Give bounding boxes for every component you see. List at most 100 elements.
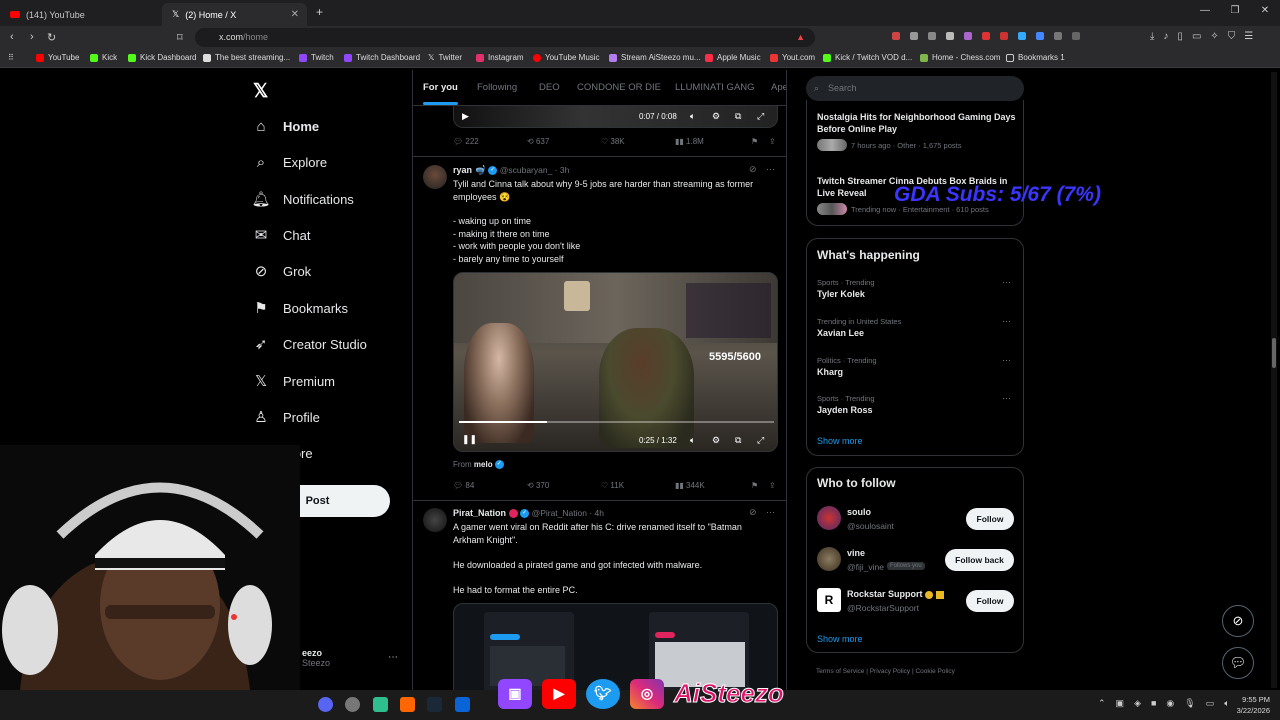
post-image[interactable] (453, 603, 778, 690)
bookmark-kick[interactable]: Kick (90, 53, 117, 62)
app-icon[interactable] (373, 697, 388, 712)
maximize-icon[interactable]: ❐ (1220, 0, 1250, 26)
address-bar[interactable]: x.com/home ▲ (195, 28, 815, 47)
more-options-icon[interactable]: ⋯ (1002, 393, 1011, 404)
grok-icon[interactable]: ⊘ (749, 507, 757, 518)
reply-button[interactable]: 💬︎ 222 (453, 137, 479, 146)
nav-profile[interactable]: ♙ Profile (253, 409, 320, 426)
post-time[interactable]: 3h (560, 165, 569, 175)
music-icon[interactable]: ♪ (1163, 31, 1168, 42)
more-options-icon[interactable]: ⋯ (766, 507, 775, 518)
source-name[interactable]: melo (474, 460, 493, 469)
pip-icon[interactable]: ⧉ (735, 111, 741, 122)
nav-bookmarks[interactable]: ⚑ Bookmarks (253, 300, 348, 317)
like-button[interactable]: ♡ 11K (601, 481, 624, 490)
bookmark-vod[interactable]: Kick / Twitch VOD d... (823, 53, 912, 62)
bookmark-button[interactable]: ⚑ (751, 481, 758, 490)
nav-creator-studio[interactable]: ➶ Creator Studio (253, 336, 367, 353)
tab-youtube[interactable]: (141) YouTube (0, 3, 160, 26)
views-button[interactable]: ▮▮ 344K (675, 481, 705, 490)
x-logo-icon[interactable]: 𝕏 (253, 80, 268, 103)
follow-back-button[interactable]: Follow back (945, 549, 1014, 571)
bookmark-twitter[interactable]: 𝕏 Twitter (428, 53, 462, 62)
reload-icon[interactable]: ↻ (47, 31, 56, 44)
brave-icon[interactable] (400, 697, 415, 712)
sidebar-icon[interactable]: ▯ (1177, 31, 1183, 42)
more-options-icon[interactable]: ⋯ (766, 164, 775, 175)
wallet-icon[interactable]: ▭ (1192, 31, 1201, 42)
extension-icon[interactable] (1072, 32, 1080, 40)
footer-links[interactable]: Terms of Service | Privacy Policy | Cook… (816, 668, 955, 675)
more-options-icon[interactable]: ⋯ (1002, 316, 1011, 327)
user-name[interactable]: soulo (847, 507, 871, 517)
author-name[interactable]: Pirat_Nation (453, 508, 506, 518)
trend-name[interactable]: Tyler Kolek (817, 289, 865, 299)
discord-icon[interactable] (318, 697, 333, 712)
reply-button[interactable]: 💬︎ 84 (453, 481, 474, 490)
user-name[interactable]: vine (847, 548, 865, 558)
settings-icon[interactable]: ⚙ (712, 435, 720, 446)
show-more-link[interactable]: Show more (817, 436, 863, 446)
trend-name[interactable]: Jayden Ross (817, 405, 873, 415)
trend-name[interactable]: Kharg (817, 367, 843, 377)
nav-notifications[interactable]: 🔔︎ Notifications (251, 191, 353, 208)
account-switcher[interactable]: eezo Steezo (302, 648, 330, 668)
repost-button[interactable]: ⟲ 370 (527, 481, 549, 490)
extension-icon[interactable] (892, 32, 900, 40)
bookmark-instagram[interactable]: Instagram (476, 53, 524, 62)
bookmark-kick-dashboard[interactable]: Kick Dashboard (128, 53, 196, 62)
tab-x-home[interactable]: 𝕏 (2) Home / X ✕ (162, 3, 307, 26)
repost-button[interactable]: ⟲ 637 (527, 137, 549, 146)
avatar[interactable] (423, 165, 447, 189)
bookmark-apple-music[interactable]: Apple Music (705, 53, 761, 62)
tray-icon[interactable]: ◉ (1166, 698, 1174, 709)
pip-icon[interactable]: ⧉ (735, 435, 741, 446)
bookmark-stream-aisteezo[interactable]: Stream AiSteezo mu... (609, 53, 701, 62)
minimize-icon[interactable]: — (1190, 0, 1220, 26)
volume-icon[interactable]: 🔈︎ (690, 111, 695, 122)
microphone-icon[interactable]: 🎙︎ (1184, 698, 1195, 709)
bookmark-page-icon[interactable]: ⌑ (177, 31, 183, 44)
avatar[interactable] (817, 506, 841, 530)
bookmark-chess[interactable]: Home - Chess.com (920, 53, 1000, 62)
brave-shield-icon[interactable]: ▲ (796, 28, 805, 47)
steam-icon[interactable] (427, 697, 442, 712)
avatar[interactable] (423, 508, 447, 532)
pause-icon[interactable]: ❚❚ (462, 434, 477, 445)
like-button[interactable]: ♡ 38K (601, 137, 625, 146)
volume-icon[interactable]: 🔈︎ (1224, 698, 1229, 709)
tab-for-you[interactable]: For you (423, 82, 458, 105)
extension-icon[interactable] (982, 32, 990, 40)
scrollbar-thumb[interactable] (1272, 338, 1276, 368)
vpn-icon[interactable]: ⛉ (1228, 31, 1236, 42)
taskbar-clock[interactable]: 9:55 PM 3/22/2026 (1237, 694, 1270, 716)
bookmark-button[interactable]: ⚑ (751, 137, 758, 146)
post-time[interactable]: 4h (595, 508, 604, 518)
nav-grok[interactable]: ⊘ Grok (253, 263, 311, 280)
tray-icon[interactable]: ▣ (1116, 698, 1125, 709)
tab-lluminati-gang[interactable]: LLUMINATI GANG (675, 82, 755, 93)
more-options-icon[interactable]: ⋯ (1002, 355, 1011, 366)
grok-float-button[interactable]: ⊘ (1222, 605, 1254, 637)
close-tab-icon[interactable]: ✕ (291, 9, 299, 20)
author-handle[interactable]: @scubaryan_ (500, 165, 553, 175)
share-button[interactable]: ⇪ (769, 481, 776, 490)
follow-button[interactable]: Follow (966, 590, 1014, 612)
bookmark-twitch[interactable]: Twitch (299, 53, 334, 62)
fullscreen-icon[interactable]: ⤢ (757, 111, 764, 122)
follow-button[interactable]: Follow (966, 508, 1014, 530)
show-more-link[interactable]: Show more (817, 634, 863, 644)
close-window-icon[interactable]: ✕ (1250, 0, 1280, 26)
leo-icon[interactable]: ✧ (1210, 31, 1218, 42)
nav-chat[interactable]: ✉ Chat (253, 227, 311, 244)
apps-icon[interactable]: ⠿ (8, 53, 14, 62)
bookmark-yout[interactable]: Yout.com (770, 53, 815, 62)
more-options-icon[interactable]: ⋯ (1002, 277, 1011, 288)
tray-icon[interactable]: ◈ (1134, 698, 1141, 709)
extension-icon[interactable] (1000, 32, 1008, 40)
fullscreen-icon[interactable]: ⤢ (757, 435, 764, 446)
tab-ape[interactable]: Ape (771, 82, 786, 93)
account-menu-icon[interactable]: ⋯ (388, 652, 398, 663)
download-icon[interactable]: ⤓ (1150, 31, 1154, 42)
obs-icon[interactable] (345, 697, 360, 712)
